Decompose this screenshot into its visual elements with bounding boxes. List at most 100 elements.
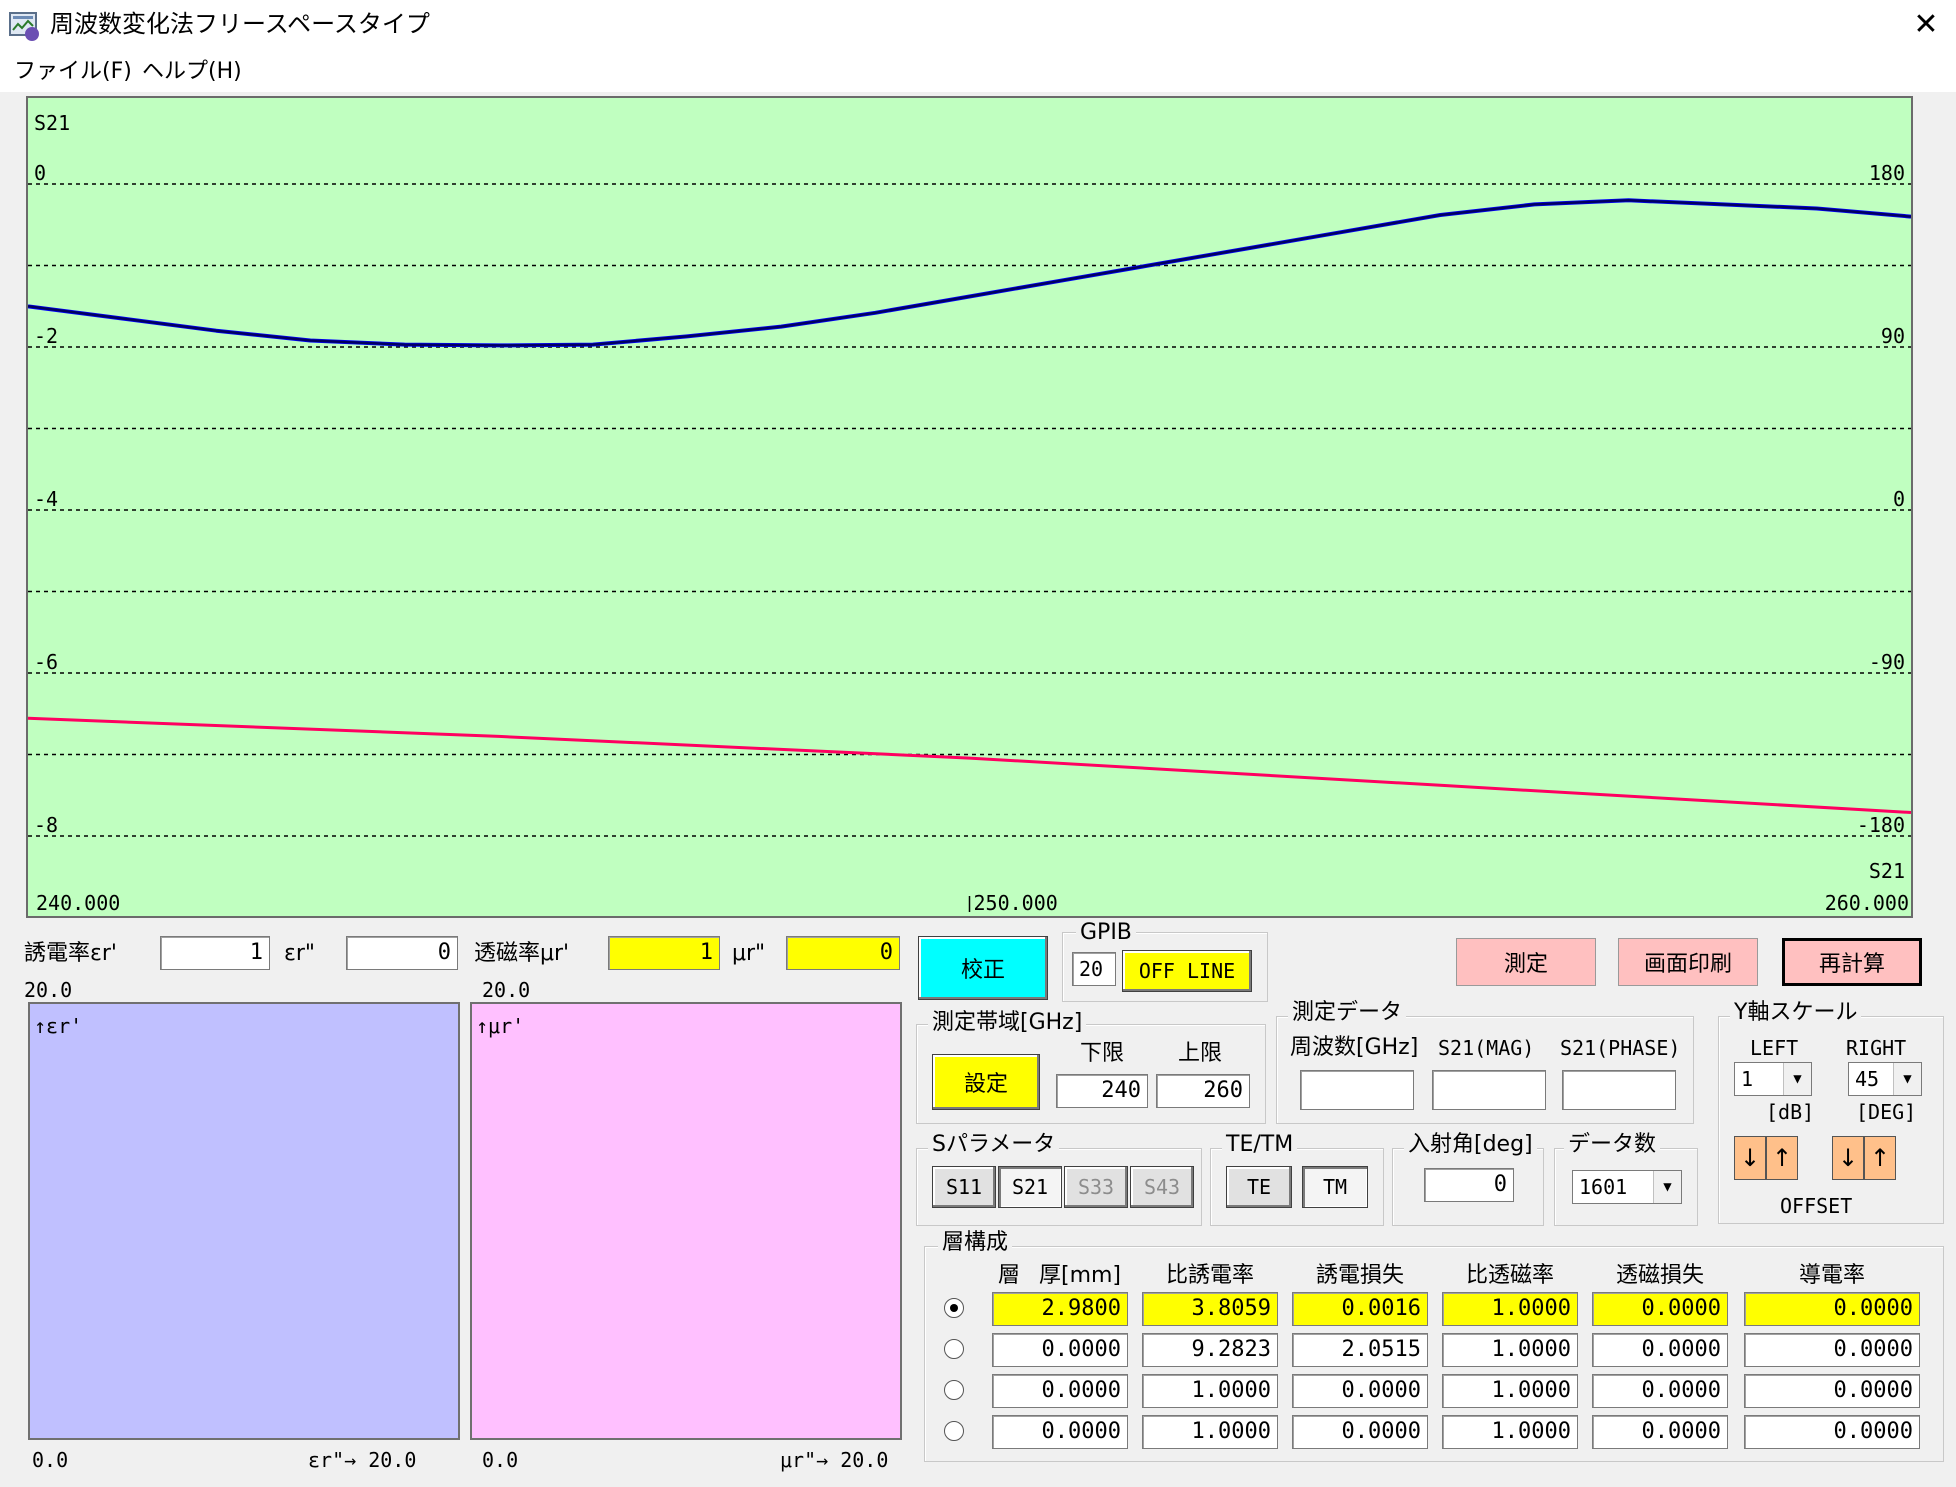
- mu2-label: μr": [732, 941, 766, 966]
- layer-cell[interactable]: 1.0000: [1442, 1292, 1578, 1326]
- yscale-left-select[interactable]: 1 ▼: [1734, 1062, 1812, 1096]
- angle-title: 入射角[deg]: [1404, 1132, 1537, 1158]
- layer-cell[interactable]: 0.0000: [1592, 1333, 1728, 1367]
- x-axis-tick: 250.000: [974, 891, 1058, 915]
- menu-file[interactable]: ファイル(F): [14, 56, 132, 88]
- left-offset-down-button[interactable]: ↓: [1734, 1136, 1766, 1180]
- right-axis-tick: -180: [1857, 813, 1905, 837]
- left-axis-tick: -4: [34, 487, 58, 511]
- band-upper-field[interactable]: 260: [1156, 1074, 1250, 1108]
- measure-button[interactable]: 測定: [1456, 938, 1596, 986]
- mu-origin-label: 0.0: [482, 1448, 519, 1472]
- gpib-title: GPIB: [1076, 920, 1136, 946]
- chevron-down-icon[interactable]: ▼: [1893, 1063, 1921, 1095]
- layer-cell[interactable]: 0.0000: [992, 1415, 1128, 1449]
- layer-cell[interactable]: 0.0000: [1744, 1374, 1920, 1408]
- close-button[interactable]: ✕: [1896, 0, 1956, 50]
- layer-select-radio[interactable]: [944, 1339, 964, 1359]
- mu-plot: [470, 1002, 902, 1440]
- right-axis-tick: -90: [1869, 650, 1905, 674]
- meas-freq-field[interactable]: [1300, 1070, 1414, 1110]
- layers-header: 透磁損失: [1615, 1263, 1704, 1288]
- s21-button[interactable]: S21: [998, 1166, 1062, 1208]
- s21-chart: 0 -2 -4 -6 -8 180 90 0 -90 -180 240.000 250.000 260.…: [26, 96, 1913, 918]
- count-title: データ数: [1564, 1132, 1661, 1158]
- layer-cell[interactable]: 0.0000: [1592, 1292, 1728, 1326]
- layer-cell[interactable]: 0.0000: [992, 1333, 1128, 1367]
- layer-cell[interactable]: 3.8059: [1142, 1292, 1278, 1326]
- er1-field[interactable]: 1: [160, 936, 270, 970]
- layer-cell[interactable]: 0.0000: [1292, 1415, 1428, 1449]
- layer-select-radio[interactable]: [944, 1421, 964, 1441]
- layers-header: 比透磁率: [1465, 1263, 1554, 1288]
- layer-cell[interactable]: 1.0000: [1142, 1374, 1278, 1408]
- tm-button[interactable]: TM: [1302, 1166, 1368, 1208]
- count-value: 1601: [1579, 1175, 1628, 1199]
- yscale-title: Y軸スケール: [1730, 1000, 1862, 1026]
- mu2-field[interactable]: 0: [786, 936, 900, 970]
- layer-cell[interactable]: 0.0000: [1592, 1374, 1728, 1408]
- layer-select-radio[interactable]: [944, 1380, 964, 1400]
- band-upper-label: 上限: [1178, 1041, 1223, 1066]
- layer-cell[interactable]: 2.9800: [992, 1292, 1128, 1326]
- yscale-right-unit: [DEG]: [1856, 1100, 1917, 1124]
- layer-cell[interactable]: 1.0000: [1442, 1415, 1578, 1449]
- te-button[interactable]: TE: [1226, 1166, 1292, 1208]
- layer-cell[interactable]: 9.2823: [1142, 1333, 1278, 1367]
- chart-corner-label-bottom: S21: [1869, 859, 1905, 883]
- meas-phase-label: S21(PHASE): [1560, 1036, 1681, 1060]
- mu1-field[interactable]: 1: [608, 936, 720, 970]
- layer-cell[interactable]: 0.0000: [992, 1374, 1128, 1408]
- band-set-button[interactable]: 設定: [932, 1054, 1040, 1110]
- chart-corner-label-top: S21: [34, 111, 70, 135]
- layer-cell[interactable]: 0.0000: [1744, 1415, 1920, 1449]
- layer-cell[interactable]: 0.0000: [1592, 1415, 1728, 1449]
- er2-field[interactable]: 0: [346, 936, 458, 970]
- layer-cell[interactable]: 0.0000: [1292, 1374, 1428, 1408]
- s43-button[interactable]: S43: [1130, 1166, 1194, 1208]
- calibrate-button[interactable]: 校正: [918, 936, 1048, 1000]
- yscale-right-select[interactable]: 45 ▼: [1848, 1062, 1922, 1096]
- layer-cell[interactable]: 0.0000: [1744, 1292, 1920, 1326]
- menu-bar: [0, 50, 1956, 92]
- app-icon: [8, 10, 42, 42]
- band-title: 測定帯域[GHz]: [928, 1010, 1087, 1036]
- gpib-address-field[interactable]: 20: [1072, 952, 1116, 986]
- series-mag-line-shadow: [28, 198, 1911, 348]
- series-mag-line: [28, 199, 1911, 347]
- meas-mag-label: S21(MAG): [1438, 1036, 1535, 1060]
- s33-button[interactable]: S33: [1064, 1166, 1128, 1208]
- layers-header: 厚[mm]: [1038, 1263, 1122, 1288]
- yscale-left-label: LEFT: [1750, 1036, 1799, 1060]
- meas-phase-field[interactable]: [1562, 1070, 1676, 1110]
- angle-field[interactable]: 0: [1424, 1168, 1514, 1202]
- layer-select-radio[interactable]: [944, 1298, 964, 1318]
- chevron-down-icon[interactable]: ▼: [1653, 1171, 1681, 1203]
- menu-help[interactable]: ヘルプ(H): [142, 56, 242, 88]
- chevron-down-icon[interactable]: ▼: [1783, 1063, 1811, 1095]
- left-offset-up-button[interactable]: ↑: [1766, 1136, 1798, 1180]
- layer-cell[interactable]: 1.0000: [1142, 1415, 1278, 1449]
- layer-cell[interactable]: 1.0000: [1442, 1374, 1578, 1408]
- gpib-offline-button[interactable]: OFF LINE: [1122, 950, 1252, 992]
- right-axis-tick: 180: [1869, 161, 1905, 185]
- meas-mag-field[interactable]: [1432, 1070, 1546, 1110]
- right-offset-up-button[interactable]: ↑: [1864, 1136, 1896, 1180]
- x-axis-tick: 240.000: [36, 891, 120, 915]
- count-select[interactable]: 1601 ▼: [1572, 1170, 1682, 1204]
- yscale-right-label: RIGHT: [1846, 1036, 1907, 1060]
- layer-cell[interactable]: 1.0000: [1442, 1333, 1578, 1367]
- layer-cell[interactable]: 0.0000: [1744, 1333, 1920, 1367]
- s11-button[interactable]: S11: [932, 1166, 996, 1208]
- right-offset-down-button[interactable]: ↓: [1832, 1136, 1864, 1180]
- print-screen-button[interactable]: 画面印刷: [1618, 938, 1758, 986]
- layer-cell[interactable]: 0.0016: [1292, 1292, 1428, 1326]
- recalculate-button[interactable]: 再計算: [1782, 938, 1922, 986]
- mu-label: 透磁率μr': [474, 941, 570, 966]
- x-axis-tick: 260.000: [1825, 891, 1909, 915]
- mu-x-label: μr"→ 20.0: [780, 1448, 889, 1472]
- layer-cell[interactable]: 2.0515: [1292, 1333, 1428, 1367]
- band-lower-field[interactable]: 240: [1056, 1074, 1148, 1108]
- layers-header: 比誘電率: [1165, 1263, 1254, 1288]
- er-plot-label: ↑εr': [34, 1014, 83, 1038]
